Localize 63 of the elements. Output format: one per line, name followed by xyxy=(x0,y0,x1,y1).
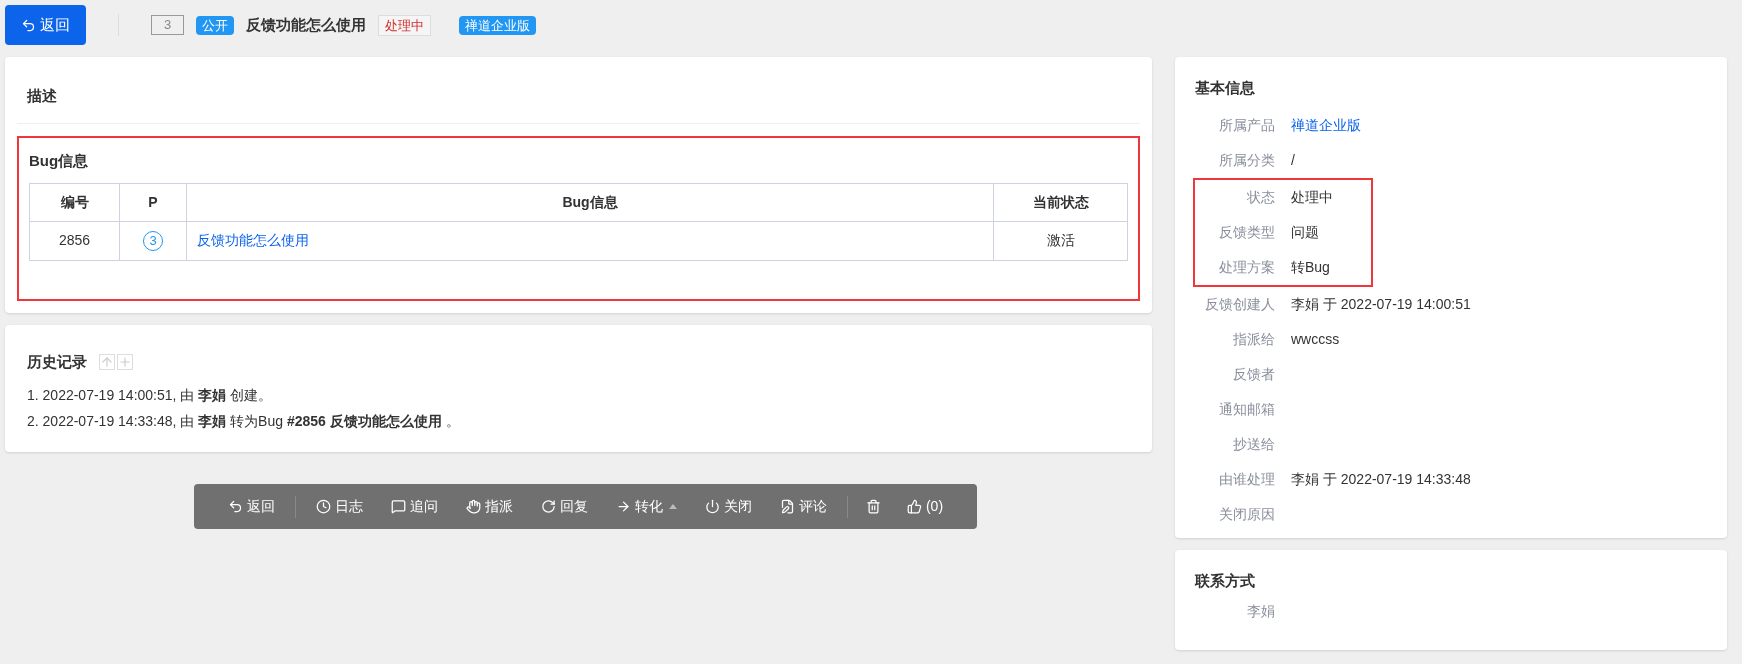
bug-link[interactable]: 反馈功能怎么使用 xyxy=(197,232,309,248)
visibility-badge: 公开 xyxy=(196,15,235,35)
section-title: Bug信息 xyxy=(29,151,90,171)
field-label: 所属产品 xyxy=(1218,115,1275,135)
chat-icon xyxy=(390,499,406,514)
column-header: 编号 xyxy=(29,183,120,221)
clock-icon xyxy=(315,499,331,514)
field-label: 处理方案 xyxy=(1218,257,1275,277)
field-value: 转Bug xyxy=(1291,257,1330,277)
field-label: 所属分类 xyxy=(1218,150,1275,170)
undo-icon xyxy=(227,499,243,514)
field-value: wwccss xyxy=(1291,329,1340,349)
toolbar-button[interactable]: 日志 xyxy=(301,489,377,524)
field-label: 抄送给 xyxy=(1232,434,1275,454)
field-value: 处理中 xyxy=(1291,187,1333,207)
arrow-right-icon xyxy=(615,499,631,514)
column-header: P xyxy=(119,183,187,221)
field-label: 由谁处理 xyxy=(1218,469,1275,489)
power-icon xyxy=(704,499,720,514)
table-cell: 2856 xyxy=(29,221,120,260)
toolbar-button[interactable]: 回复 xyxy=(526,489,602,524)
table-cell: 激活 xyxy=(993,221,1128,260)
section-title: 联系方式 xyxy=(1195,571,1256,591)
field-value: 问题 xyxy=(1291,222,1319,242)
field-label: 指派给 xyxy=(1232,329,1275,349)
toolbar-button[interactable]: 指派 xyxy=(451,489,527,524)
undo-icon xyxy=(21,17,36,33)
field-value: 李娟 于 2022-07-19 14:00:51 xyxy=(1291,294,1471,314)
toolbar-button[interactable]: (0) xyxy=(892,489,958,524)
column-header: 当前状态 xyxy=(993,183,1128,221)
status-badge: 处理中 xyxy=(378,14,432,36)
section-title: 基本信息 xyxy=(1195,78,1256,98)
toolbar-button[interactable]: 追问 xyxy=(376,489,452,524)
column-header: Bug信息 xyxy=(186,183,994,221)
toolbar-button[interactable]: 关闭 xyxy=(690,489,766,524)
back-button[interactable]: 返回 xyxy=(5,5,86,45)
id-badge: 3 xyxy=(151,15,185,35)
field-label: 反馈创建人 xyxy=(1204,294,1275,314)
thumbs-up-icon xyxy=(906,499,922,514)
contact-name: 李娟 xyxy=(1247,602,1275,619)
field-label: 通知邮箱 xyxy=(1218,399,1275,419)
hand-icon xyxy=(465,499,481,514)
product-badge: 禅道企业版 xyxy=(459,15,537,35)
arrow-up-icon[interactable] xyxy=(99,354,115,371)
product-link[interactable]: 禅道企业版 xyxy=(1291,114,1361,136)
feedback-title: 反馈功能怎么使用 xyxy=(246,14,367,35)
toolbar-button[interactable]: 返回 xyxy=(213,489,289,524)
field-value: 李娟 于 2022-07-19 14:33:48 xyxy=(1291,469,1471,489)
toolbar-button[interactable]: 转化 xyxy=(601,489,691,524)
field-label: 反馈者 xyxy=(1232,364,1275,384)
trash-icon xyxy=(865,499,881,514)
document-edit-icon xyxy=(779,499,795,514)
history-entry: 2. 2022-07-19 14:33:48, 由 李娟 转为Bug #2856 反馈功能怎么使用 。 xyxy=(27,411,461,431)
section-title: 描述 xyxy=(27,85,57,106)
field-label: 关闭原因 xyxy=(1218,504,1275,524)
plus-icon[interactable] xyxy=(117,354,133,371)
history-entry: 1. 2022-07-19 14:00:51, 由 李娟 创建。 xyxy=(27,385,274,405)
section-title: 历史记录 xyxy=(27,352,87,372)
field-label: 状态 xyxy=(1246,187,1275,207)
toolbar-button[interactable]: 评论 xyxy=(765,489,841,524)
field-label: 反馈类型 xyxy=(1218,222,1275,242)
field-value: / xyxy=(1291,150,1295,170)
reload-icon xyxy=(540,499,556,514)
